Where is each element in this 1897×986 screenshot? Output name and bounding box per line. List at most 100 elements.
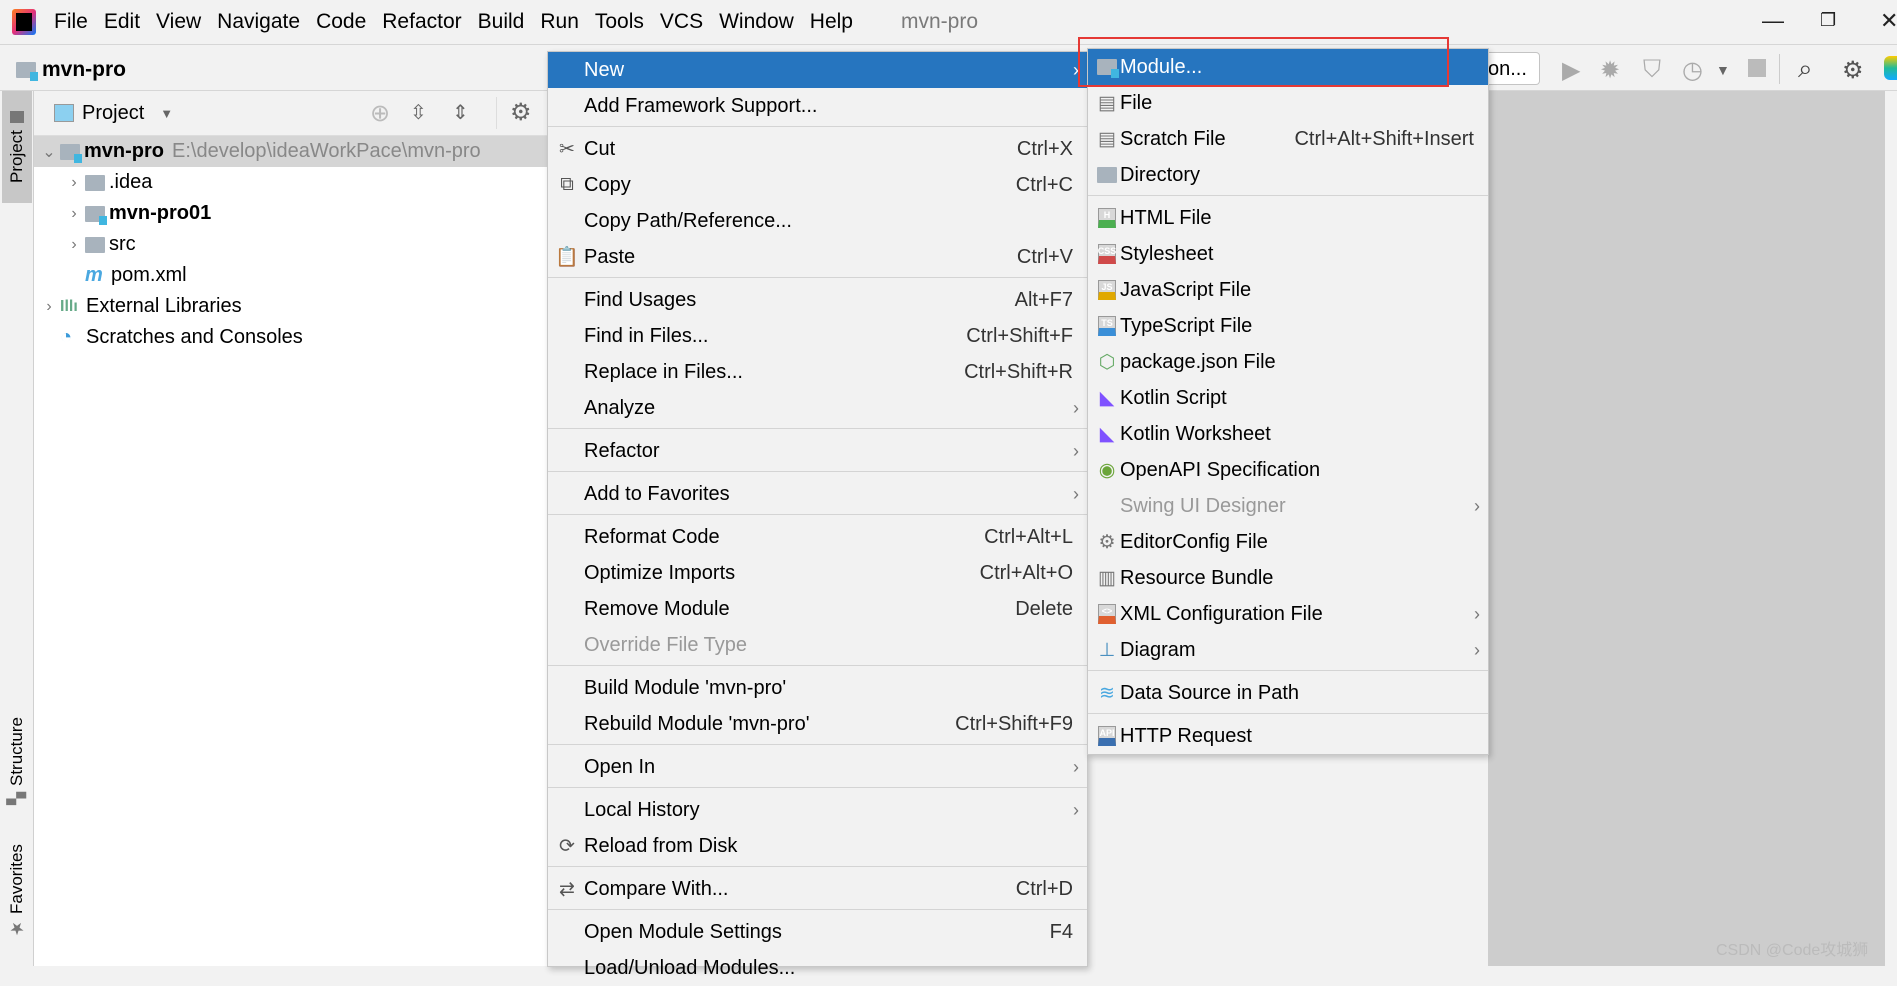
menu-item-http-request[interactable]: API HTTP Request [1088, 718, 1488, 754]
menu-item-package-json-file[interactable]: ⬡ package.json File [1088, 344, 1488, 380]
folder-icon [85, 236, 105, 253]
run-icon[interactable]: ▶ [1562, 56, 1580, 85]
chevron-right-icon[interactable]: › [38, 298, 60, 316]
menu-item-local-history[interactable]: Local History › [548, 792, 1087, 828]
menu-item-reload-from-disk[interactable]: ⟳ Reload from Disk [548, 828, 1087, 864]
profile-icon[interactable]: ◷ [1682, 56, 1703, 85]
chevron-right-icon[interactable]: › [63, 236, 85, 254]
tree-item[interactable]: › .idea [34, 167, 547, 198]
coverage-icon[interactable]: ⛉ [1643, 56, 1661, 84]
menu-item-build-module-mvn-pro[interactable]: Build Module 'mvn-pro' [548, 670, 1087, 706]
collapse-all-icon[interactable]: ⇕ [452, 100, 469, 125]
menu-item-kotlin-script[interactable]: ◣ Kotlin Script [1088, 380, 1488, 416]
favorites-tool-tab[interactable]: ★ Favorites [2, 836, 32, 946]
run-configuration-select[interactable]: on... [1488, 52, 1540, 85]
watermark: CSDN @Code攻城狮 [1716, 942, 1869, 959]
project-breadcrumb[interactable]: mvn-pro [42, 58, 126, 82]
chevron-down-icon[interactable]: ▼ [160, 106, 173, 121]
menu-edit[interactable]: Edit [96, 10, 148, 34]
tree-item-label: Scratches and Consoles [86, 326, 303, 348]
menu-window[interactable]: Window [711, 10, 802, 34]
chevron-right-icon[interactable]: › [63, 205, 85, 223]
tree-item[interactable]: m pom.xml [34, 260, 547, 291]
settings-icon[interactable]: ⚙ [510, 98, 532, 127]
menu-item-copy-path-reference[interactable]: Copy Path/Reference... [548, 203, 1087, 239]
item-icon: 📋 [555, 247, 579, 268]
menu-item-open-module-settings[interactable]: Open Module Settings F4 [548, 914, 1087, 950]
menu-item-file[interactable]: ▤ File [1088, 85, 1488, 121]
tree-item[interactable]: ◔ Scratches and Consoles [34, 322, 547, 353]
minimize-button[interactable]: — [1762, 8, 1784, 34]
stop-icon[interactable] [1748, 59, 1766, 77]
menu-navigate[interactable]: Navigate [209, 10, 308, 34]
restore-button[interactable]: ❐ [1820, 10, 1836, 31]
tree-item[interactable]: › src [34, 229, 547, 260]
project-view-select[interactable]: Project [82, 102, 144, 125]
menu-item-compare-with[interactable]: ⇄ Compare With... Ctrl+D [548, 871, 1087, 907]
menu-refactor[interactable]: Refactor [374, 10, 469, 34]
menu-item-openapi-specification[interactable]: ◉ OpenAPI Specification [1088, 452, 1488, 488]
menu-item-typescript-file[interactable]: TS TypeScript File [1088, 308, 1488, 344]
tree-item[interactable]: › Illı External Libraries [34, 291, 547, 322]
menu-item-rebuild-module-mvn-pro[interactable]: Rebuild Module 'mvn-pro' Ctrl+Shift+F9 [548, 706, 1087, 742]
star-icon: ★ [7, 917, 26, 938]
close-button[interactable]: ✕ [1880, 8, 1897, 34]
menu-item-open-in[interactable]: Open In › [548, 749, 1087, 785]
menu-item-add-to-favorites[interactable]: Add to Favorites › [548, 476, 1087, 512]
tree-item[interactable]: ⌄ mvn-pro E:\develop\ideaWorkPace\mvn-pro [34, 136, 547, 167]
menu-item-xml-configuration-file[interactable]: <> XML Configuration File › [1088, 596, 1488, 632]
menu-item-html-file[interactable]: H HTML File [1088, 200, 1488, 236]
menu-item-refactor[interactable]: Refactor › [548, 433, 1087, 469]
menu-item-find-in-files[interactable]: Find in Files... Ctrl+Shift+F [548, 318, 1087, 354]
menu-item-cut[interactable]: ✂ Cut Ctrl+X [548, 131, 1087, 167]
menu-build[interactable]: Build [470, 10, 533, 34]
menu-item-kotlin-worksheet[interactable]: ◣ Kotlin Worksheet [1088, 416, 1488, 452]
project-tool-tab[interactable]: Project [2, 91, 32, 203]
menu-item-stylesheet[interactable]: CSS Stylesheet [1088, 236, 1488, 272]
menu-code[interactable]: Code [308, 10, 374, 34]
menu-item-replace-in-files[interactable]: Replace in Files... Ctrl+Shift+R [548, 354, 1087, 390]
chevron-down-icon[interactable]: ⌄ [38, 142, 60, 162]
menu-item-scratch-file[interactable]: ▤ Scratch File Ctrl+Alt+Shift+Insert [1088, 121, 1488, 157]
debug-icon[interactable]: ✹ [1600, 56, 1620, 85]
menu-vcs[interactable]: VCS [652, 10, 711, 34]
chevron-right-icon: › [1073, 756, 1079, 777]
menu-item-label: Scratch File [1120, 127, 1226, 150]
jetbrains-icon[interactable] [1884, 56, 1897, 80]
menu-item-new[interactable]: New › [548, 52, 1087, 88]
menu-item-javascript-file[interactable]: JS JavaScript File [1088, 272, 1488, 308]
favorites-tab-label: Favorites [7, 844, 26, 914]
menu-item-diagram[interactable]: ⊥ Diagram › [1088, 632, 1488, 668]
locate-icon[interactable]: ⊕ [370, 99, 390, 128]
search-icon[interactable]: ⌕ [1798, 53, 1813, 85]
menu-item-analyze[interactable]: Analyze › [548, 390, 1087, 426]
menu-item-data-source-in-path[interactable]: ≋ Data Source in Path [1088, 675, 1488, 711]
left-tool-stripe: Project ▚ Structure ★ Favorites [0, 91, 34, 966]
menu-item-resource-bundle[interactable]: ▥ Resource Bundle [1088, 560, 1488, 596]
menu-item-find-usages[interactable]: Find Usages Alt+F7 [548, 282, 1087, 318]
menu-item-paste[interactable]: 📋 Paste Ctrl+V [548, 239, 1087, 275]
divider [496, 97, 497, 129]
menu-item-reformat-code[interactable]: Reformat Code Ctrl+Alt+L [548, 519, 1087, 555]
structure-tool-tab[interactable]: ▚ Structure [2, 706, 32, 816]
file-type-badge: H [1098, 208, 1116, 228]
menu-item-editorconfig-file[interactable]: ⚙ EditorConfig File [1088, 524, 1488, 560]
settings-icon[interactable]: ⚙ [1842, 56, 1864, 85]
menu-tools[interactable]: Tools [587, 10, 652, 34]
dropdown-icon[interactable]: ▼ [1716, 62, 1730, 78]
menu-item-add-framework-support[interactable]: Add Framework Support... [548, 88, 1087, 124]
menu-item-directory[interactable]: Directory [1088, 157, 1488, 193]
folder-icon [10, 110, 24, 123]
menu-view[interactable]: View [148, 10, 209, 34]
item-icon: ✂ [559, 138, 575, 160]
menu-help[interactable]: Help [802, 10, 861, 34]
menu-run[interactable]: Run [532, 10, 587, 34]
expand-all-icon[interactable]: ⇳ [410, 100, 427, 125]
chevron-right-icon[interactable]: › [63, 174, 85, 192]
menu-item-load-unload-modules[interactable]: Load/Unload Modules... [548, 950, 1087, 986]
menu-item-remove-module[interactable]: Remove Module Delete [548, 591, 1087, 627]
menu-item-optimize-imports[interactable]: Optimize Imports Ctrl+Alt+O [548, 555, 1087, 591]
tree-item[interactable]: › mvn-pro01 [34, 198, 547, 229]
menu-file[interactable]: File [46, 10, 96, 34]
menu-item-copy[interactable]: ⧉ Copy Ctrl+C [548, 167, 1087, 203]
